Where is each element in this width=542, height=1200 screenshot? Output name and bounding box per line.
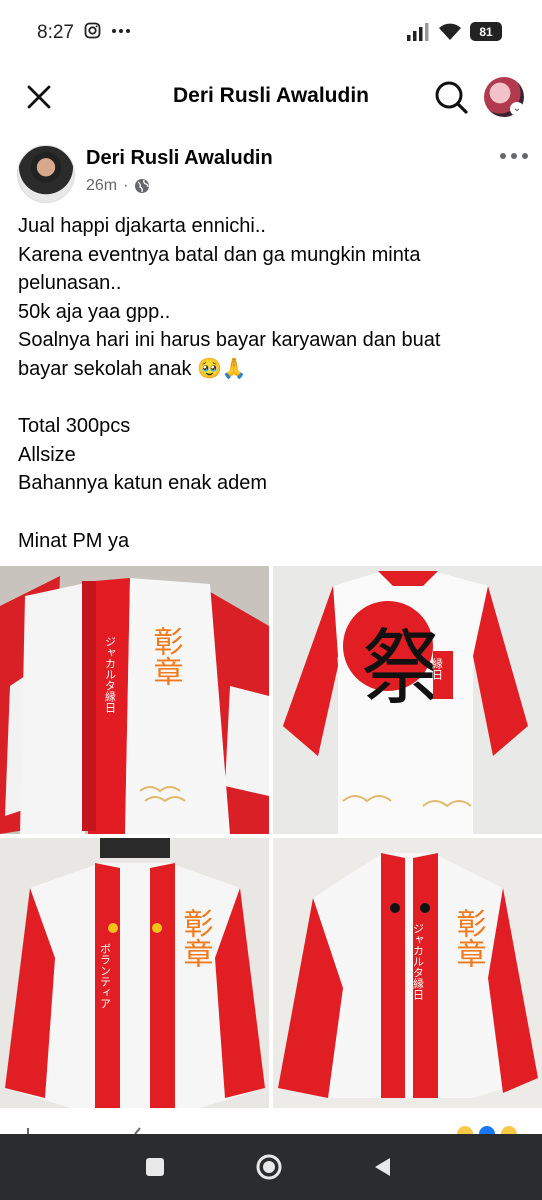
post-photo-1[interactable]: ジャカルタ縁日 彰章 bbox=[0, 566, 269, 834]
signal-icon bbox=[407, 22, 429, 41]
post-line: pelunasan.. bbox=[18, 272, 122, 295]
photo-3-sleeve-kanji: 彰章 bbox=[178, 908, 213, 968]
globe-icon bbox=[135, 179, 150, 193]
photo-4-sleeve-kanji: 彰章 bbox=[451, 908, 486, 968]
status-system-icons: 81 bbox=[406, 22, 502, 41]
post-blank-line bbox=[18, 384, 528, 413]
post-blank-line bbox=[18, 498, 528, 527]
post-photo-4[interactable]: ジャカルタ縁日 彰章 bbox=[273, 838, 542, 1108]
battery-icon: 81 bbox=[470, 22, 502, 41]
post-photo-2[interactable]: 祭 縁日 bbox=[273, 566, 542, 834]
post-time[interactable]: 26m bbox=[86, 177, 117, 195]
chevron-down-icon[interactable]: ⌄ bbox=[510, 102, 524, 116]
more-dots-icon bbox=[112, 28, 130, 33]
post-line: Jual happi djakarta ennichi.. bbox=[18, 215, 266, 237]
meta-separator: · bbox=[123, 177, 129, 194]
author-avatar[interactable] bbox=[17, 145, 75, 203]
battery-level: 81 bbox=[479, 24, 493, 39]
photo-1-vertical-text: ジャカルタ縁日 bbox=[104, 636, 117, 713]
system-nav-bar bbox=[0, 1134, 542, 1200]
photo-4-vertical-text: ジャカルタ縁日 bbox=[412, 923, 425, 1000]
photo-2-badge-text: 縁日 bbox=[431, 657, 444, 680]
post-text: Jual happi djakarta ennichi.. Karena eve… bbox=[18, 212, 528, 555]
post-line: Total 300pcs bbox=[18, 415, 131, 438]
reaction-icons bbox=[27, 1126, 517, 1142]
home-button[interactable] bbox=[254, 1152, 284, 1182]
reactions-strip bbox=[0, 1108, 542, 1142]
wifi-icon bbox=[439, 23, 461, 40]
post-photo-3[interactable]: ボランティア 彰章 bbox=[0, 838, 269, 1108]
photo-1-sleeve-kanji: 彰章 bbox=[148, 626, 183, 686]
post-line: Allsize bbox=[18, 443, 76, 466]
post-meta: 26m · bbox=[86, 177, 150, 195]
post-line: Karena eventnya batal dan ga mungkin min… bbox=[18, 243, 421, 266]
status-time: 8:27 bbox=[37, 22, 74, 43]
search-icon[interactable] bbox=[432, 78, 470, 116]
status-bar: 8:27 81 bbox=[0, 0, 542, 62]
status-notification-icons bbox=[84, 22, 131, 39]
back-button[interactable] bbox=[368, 1152, 398, 1182]
instagram-icon bbox=[84, 22, 101, 39]
app-header: Deri Rusli Awaludin ⌄ bbox=[0, 62, 542, 130]
post-author-name[interactable]: Deri Rusli Awaludin bbox=[86, 147, 273, 170]
more-options-icon[interactable] bbox=[496, 146, 532, 166]
post-line: Bahannya katun enak adem bbox=[18, 472, 268, 495]
post-line: 50k aja yaa gpp.. bbox=[18, 300, 171, 323]
post-line: bayar sekolah anak 🥹🙏 bbox=[18, 357, 247, 380]
recents-button[interactable] bbox=[140, 1152, 170, 1182]
post-line: Minat PM ya bbox=[18, 529, 130, 552]
photo-3-vertical-text: ボランティア bbox=[99, 943, 112, 1009]
post-line: Soalnya hari ini harus bayar karyawan da… bbox=[18, 329, 441, 352]
